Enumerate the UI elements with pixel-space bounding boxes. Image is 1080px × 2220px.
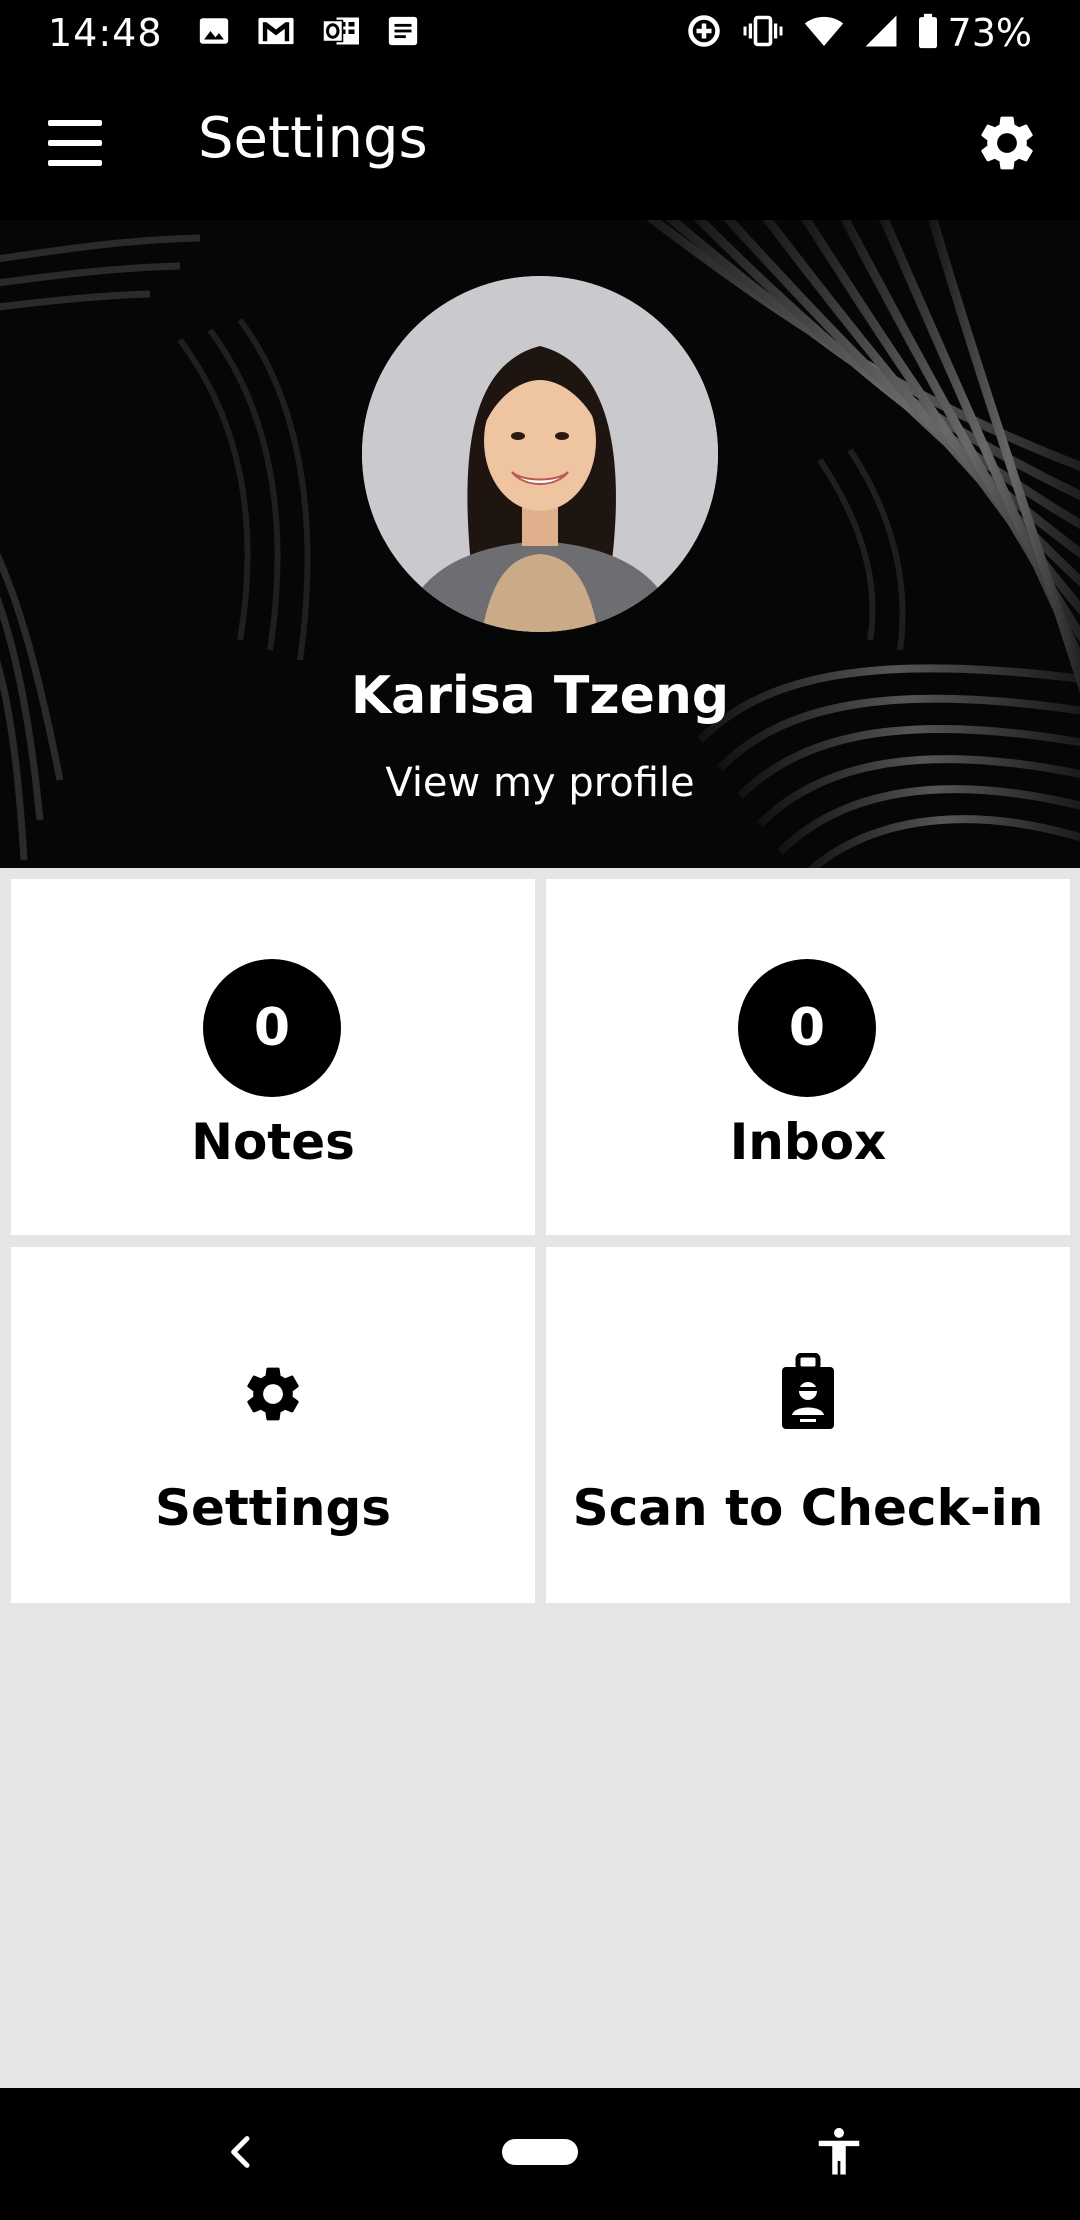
wifi-icon — [804, 14, 844, 52]
status-bar: 14:48 73% — [0, 0, 1080, 66]
gmail-icon — [257, 15, 295, 51]
avatar[interactable] — [362, 276, 718, 632]
inbox-tile[interactable]: 0 Inbox — [546, 879, 1070, 1235]
settings-label: Settings — [154, 1479, 391, 1537]
view-profile-link[interactable]: View my profile — [0, 760, 1080, 806]
battery-icon — [918, 13, 938, 53]
profile-header: Karisa Tzeng View my profile — [0, 220, 1080, 868]
system-navigation-bar — [0, 2088, 1080, 2220]
notes-icon — [387, 14, 419, 52]
page-title: Settings — [198, 106, 428, 171]
home-pill-icon[interactable] — [502, 2139, 578, 2165]
hamburger-menu-icon[interactable] — [48, 120, 102, 166]
notes-tile[interactable]: 0 Notes — [11, 879, 535, 1235]
inbox-count-badge: 0 — [738, 959, 876, 1097]
vibrate-icon — [742, 14, 784, 52]
scan-to-check-in-tile[interactable]: Scan to Check-in — [546, 1247, 1070, 1603]
status-time: 14:48 — [48, 11, 163, 55]
status-right: 73% — [666, 11, 1032, 55]
accessibility-icon[interactable] — [812, 2124, 866, 2180]
profile-name: Karisa Tzeng — [350, 666, 730, 726]
gear-icon — [240, 1361, 306, 1431]
badge-icon — [778, 1352, 838, 1435]
inbox-label: Inbox — [729, 1113, 887, 1171]
status-left: 14:48 — [48, 11, 445, 55]
data-saver-icon — [686, 13, 722, 53]
scan-to-check-in-label: Scan to Check-in — [572, 1479, 1044, 1537]
gear-icon[interactable] — [974, 110, 1040, 176]
app-bar: Settings — [0, 66, 1080, 220]
notes-label: Notes — [191, 1113, 355, 1171]
back-chevron-icon[interactable] — [222, 2132, 262, 2172]
signal-icon — [864, 14, 898, 52]
image-icon — [197, 14, 231, 52]
battery-percentage: 73% — [947, 11, 1032, 55]
notes-count-badge: 0 — [203, 959, 341, 1097]
outlook-icon — [321, 13, 361, 53]
settings-tile[interactable]: Settings — [11, 1247, 535, 1603]
